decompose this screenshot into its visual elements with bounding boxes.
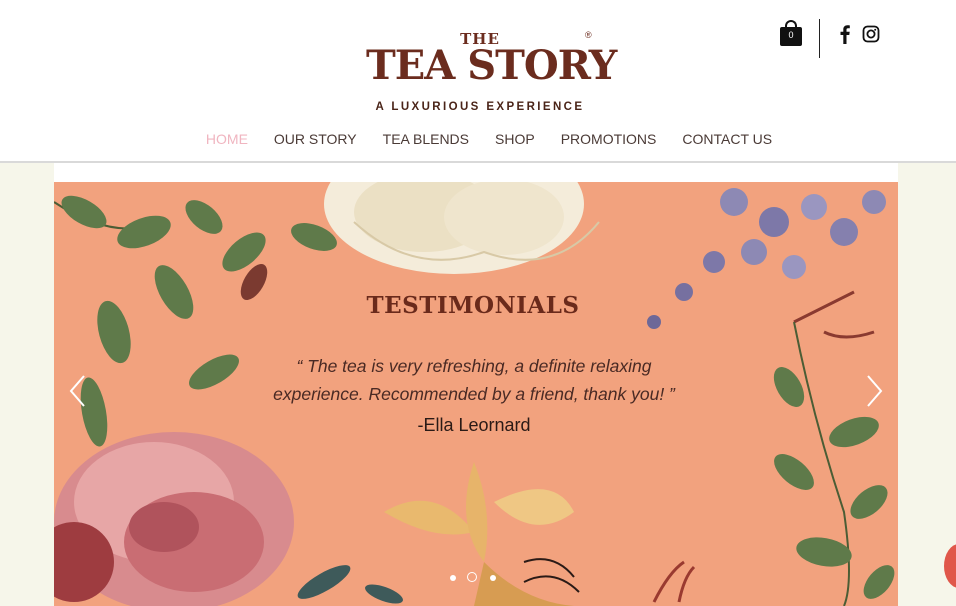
- header-divider: [819, 19, 820, 58]
- red-sprigs-illustration: [652, 560, 696, 603]
- instagram-icon[interactable]: [862, 24, 880, 44]
- logo-name-text: TEA STORY: [366, 42, 617, 89]
- white-rose-illustration: [324, 182, 600, 274]
- main-nav: HOME OUR STORY TEA BLENDS SHOP PROMOTION…: [0, 131, 956, 153]
- nav-item-tea-blends[interactable]: TEA BLENDS: [383, 131, 469, 153]
- cart-button[interactable]: 0: [780, 20, 802, 48]
- cart-count: 0: [788, 30, 794, 40]
- nav-item-shop[interactable]: SHOP: [495, 131, 535, 153]
- right-vine-illustration: [773, 321, 895, 606]
- nav-item-contact-us[interactable]: CONTACT US: [682, 131, 772, 153]
- site-header: THE TEA STORY ® A LUXURIOUS EXPERIENCE 0…: [0, 0, 956, 163]
- slide-dot-3[interactable]: [490, 575, 496, 581]
- brand-logo[interactable]: THE TEA STORY ® A LUXURIOUS EXPERIENCE: [360, 28, 617, 118]
- slide-dot-2[interactable]: [467, 572, 477, 582]
- testimonial-quote: “ The tea is very refreshing, a definite…: [273, 356, 675, 404]
- next-slide-arrow-icon[interactable]: [864, 374, 884, 408]
- bottom-dark-leaves-illustration: [297, 565, 403, 604]
- nav-item-promotions[interactable]: PROMOTIONS: [561, 131, 657, 153]
- lily-illustration: [384, 462, 580, 606]
- slide-dot-1[interactable]: [450, 575, 456, 581]
- testimonials-slideshow: TESTIMONIALS “ The tea is very refreshin…: [54, 182, 898, 606]
- nav-item-home[interactable]: HOME: [206, 131, 248, 153]
- facebook-icon[interactable]: [836, 24, 854, 44]
- nav-item-our-story[interactable]: OUR STORY: [274, 131, 357, 153]
- content-top-strip: [54, 163, 898, 182]
- previous-slide-arrow-icon[interactable]: [68, 374, 88, 408]
- logo-registered-mark: ®: [585, 30, 592, 40]
- logo-tagline: A LUXURIOUS EXPERIENCE: [375, 101, 585, 113]
- testimonials-title: TESTIMONIALS: [366, 292, 580, 319]
- testimonial-author: -Ella Leornard: [417, 415, 531, 435]
- slide-indicators: [450, 572, 506, 584]
- pink-peony-illustration: [54, 432, 294, 606]
